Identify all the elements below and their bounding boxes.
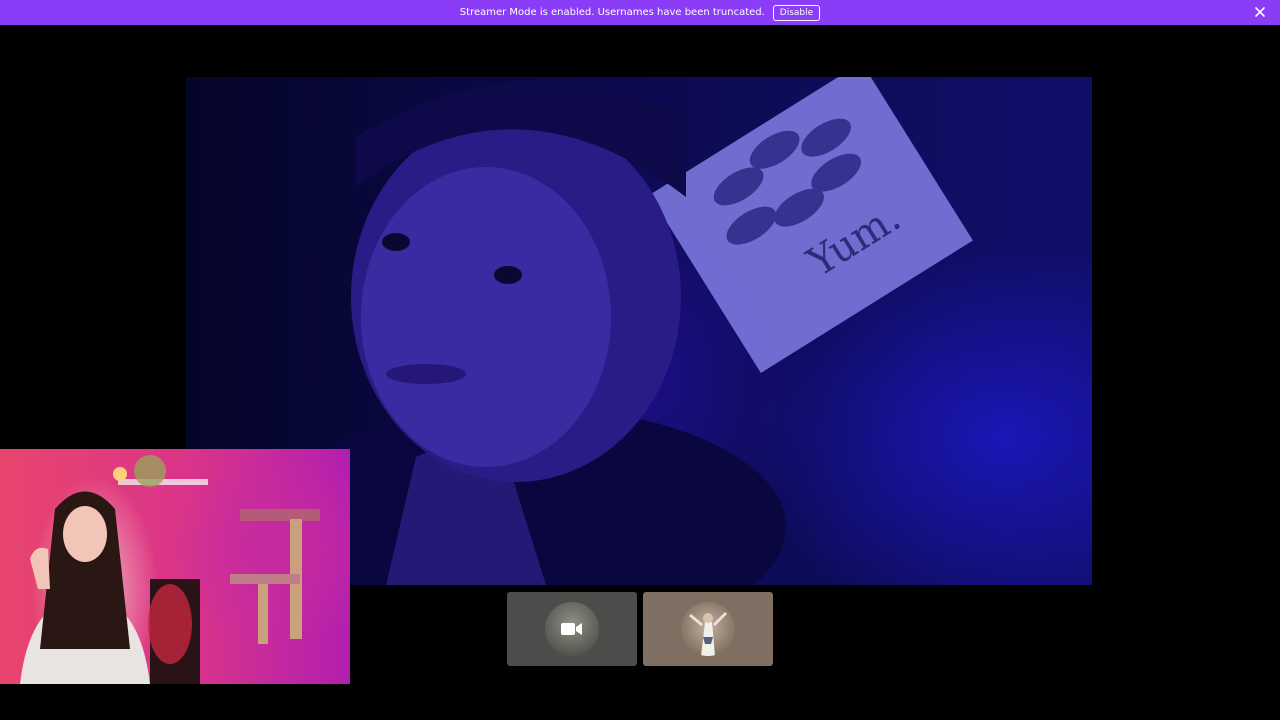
participant-avatar: [545, 602, 599, 656]
participant-tile-camera[interactable]: [507, 592, 637, 666]
self-video-feed[interactable]: [0, 449, 350, 684]
participant-avatar: [681, 602, 735, 656]
close-banner-button[interactable]: [1252, 4, 1268, 20]
participant-tile-avatar[interactable]: [643, 592, 773, 666]
streamer-mode-banner: Streamer Mode is enabled. Usernames have…: [0, 0, 1280, 25]
disable-streamer-mode-button[interactable]: Disable: [772, 4, 821, 21]
wall-poster: [649, 77, 973, 373]
video-camera-icon: [561, 623, 582, 635]
streamer-mode-message: Streamer Mode is enabled. Usernames have…: [459, 7, 765, 18]
avatar-image: [689, 612, 727, 656]
close-icon: [1255, 7, 1265, 17]
self-video-scene: [20, 455, 320, 684]
